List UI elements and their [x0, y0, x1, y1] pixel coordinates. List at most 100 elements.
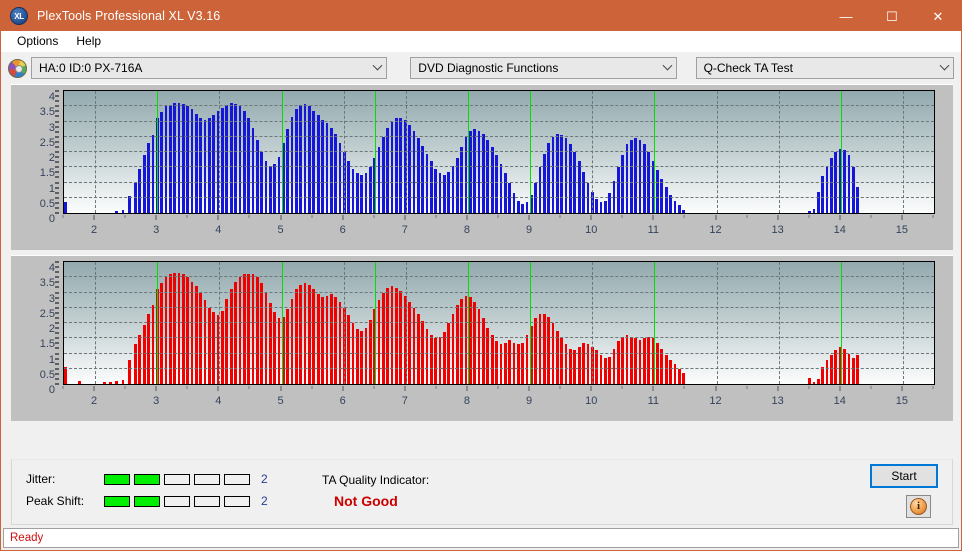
- maximize-icon[interactable]: ☐: [869, 1, 915, 31]
- chart-bar: [512, 342, 516, 384]
- sector-marker: [157, 91, 159, 213]
- start-button[interactable]: Start: [870, 464, 938, 488]
- chart-bar: [634, 138, 638, 213]
- sector-marker: [157, 262, 159, 384]
- chart-bar: [673, 364, 677, 384]
- x-axis-tick-minor: [746, 215, 748, 218]
- info-button[interactable]: i: [906, 495, 931, 518]
- x-axis-label: 8: [463, 395, 470, 407]
- ta-quality-value: Not Good: [334, 493, 398, 509]
- gauge-segment: [164, 473, 190, 485]
- chart-bar: [429, 161, 433, 213]
- chart-bar: [577, 347, 581, 384]
- y-axis-tick: [55, 358, 59, 360]
- chart-bar: [856, 355, 859, 384]
- y-axis-tick: [55, 373, 59, 375]
- y-axis-tick: [55, 161, 59, 163]
- chart-bar: [403, 119, 407, 213]
- chart-bar: [608, 193, 611, 213]
- chart-bar: [808, 211, 812, 213]
- x-axis-label: 3: [153, 224, 160, 236]
- chart-bar: [382, 292, 385, 384]
- chart-bar: [147, 142, 150, 213]
- y-axis-tick: [55, 332, 59, 334]
- status-text: Ready: [10, 532, 44, 544]
- jitter-x-axis: 2 3 4 5 6 7 8 9 10 11 12 13 14 15: [62, 215, 935, 245]
- jitter-gauge: [104, 473, 250, 485]
- chart-bar: [190, 281, 194, 384]
- x-axis-tick: [652, 386, 654, 391]
- peak-shift-gauge: [104, 495, 250, 507]
- x-axis-tick-minor: [808, 215, 810, 218]
- chart-bar: [817, 379, 820, 384]
- minimize-icon[interactable]: —: [823, 1, 869, 31]
- chart-bar: [612, 180, 616, 213]
- y-axis-tick: [55, 110, 59, 112]
- x-axis-tick-minor: [248, 215, 250, 218]
- menu-item-help[interactable]: Help: [67, 32, 110, 50]
- chart-bar: [447, 323, 450, 384]
- x-axis-label: 4: [215, 395, 222, 407]
- chart-bar: [482, 318, 485, 384]
- chart-bar: [216, 110, 220, 213]
- x-axis-tick: [652, 215, 654, 220]
- chart-bar: [369, 319, 372, 384]
- y-axis-tick: [55, 207, 59, 209]
- peak-shift-y-axis: 0 0.5 1 1.5 2 2.5 3 3.5 4: [11, 261, 59, 396]
- close-icon[interactable]: ✕: [915, 1, 961, 31]
- chart-bar: [238, 106, 242, 213]
- x-axis-tick-minor: [559, 215, 561, 218]
- chart-bar: [286, 309, 290, 384]
- x-axis-tick: [590, 386, 592, 391]
- chart-bar: [469, 130, 472, 213]
- disc-icon: [8, 58, 27, 78]
- chart-bar: [834, 152, 838, 213]
- chart-bar: [355, 173, 359, 213]
- y-axis-tick: [55, 90, 59, 92]
- chart-bar: [621, 155, 624, 213]
- y-axis-tick: [55, 176, 59, 178]
- menu-bar: Options Help: [1, 31, 961, 52]
- y-axis-tick: [55, 347, 59, 349]
- chart-bar: [173, 103, 176, 213]
- x-axis-label: 5: [277, 395, 284, 407]
- chart-bar: [825, 165, 829, 213]
- x-axis-tick: [155, 215, 157, 220]
- chart-bar: [421, 321, 424, 384]
- sector-marker: [654, 262, 656, 384]
- chart-bar: [512, 193, 516, 213]
- y-axis-tick: [55, 342, 59, 344]
- chart-bar: [142, 324, 146, 384]
- chart-bar: [656, 342, 659, 384]
- x-axis-tick: [777, 215, 779, 220]
- chart-bar: [425, 329, 429, 384]
- function-select[interactable]: DVD Diagnostic Functions: [410, 57, 677, 79]
- peak-shift-plot-area: [63, 261, 935, 385]
- chart-bar: [364, 173, 368, 213]
- chart-bar: [503, 173, 507, 213]
- menu-item-options[interactable]: Options: [8, 32, 67, 50]
- chevron-down-icon: [372, 60, 383, 71]
- chart-bar: [321, 297, 324, 384]
- y-axis-tick: [55, 276, 59, 278]
- chart-bar: [851, 358, 855, 384]
- jitter-chart-panel: 0 0.5 1 1.5 2 2.5 3 3.5 4 2 3 4 5 6 7 8 9 10 11 12 13 14 15: [11, 84, 953, 250]
- chart-bar: [677, 368, 681, 384]
- x-axis-tick: [404, 386, 406, 391]
- chart-bar: [264, 161, 268, 213]
- chart-bar: [225, 298, 229, 384]
- x-axis-tick: [901, 386, 903, 391]
- chart-bar: [516, 200, 520, 213]
- chart-bar: [234, 281, 237, 384]
- chart-bar: [390, 121, 394, 213]
- x-axis-tick-minor: [683, 215, 685, 218]
- x-axis-label: 5: [277, 224, 284, 236]
- chart-bar: [830, 355, 833, 384]
- chart-bar: [812, 381, 816, 384]
- chart-bar: [334, 133, 337, 213]
- drive-select[interactable]: HA:0 ID:0 PX-716A: [31, 57, 388, 79]
- x-axis-tick: [590, 215, 592, 220]
- x-axis-tick-minor: [497, 386, 499, 389]
- chart-bar: [360, 330, 363, 384]
- test-select[interactable]: Q-Check TA Test: [695, 57, 955, 79]
